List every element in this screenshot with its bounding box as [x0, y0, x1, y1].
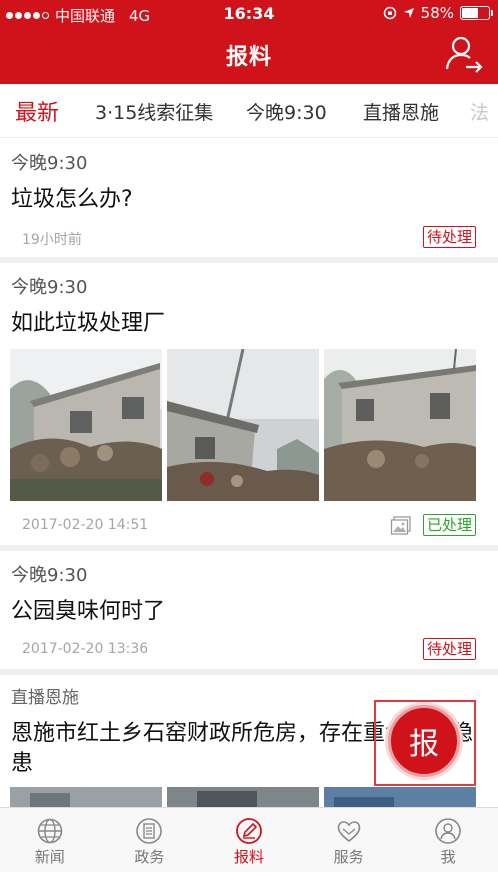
status-badge: 待处理	[422, 638, 476, 660]
photo-thumbnail[interactable]	[10, 787, 162, 807]
location-icon	[403, 8, 414, 18]
tab-label: 报料	[233, 848, 264, 866]
item-title: 垃圾怎么办?	[11, 187, 133, 212]
tab-me[interactable]: 我	[398, 808, 498, 872]
status-badge: 待处理	[422, 226, 476, 248]
item-time: 19小时前	[22, 232, 82, 248]
building-photo	[10, 787, 162, 807]
battery-icon	[460, 6, 493, 20]
tab-315-clues[interactable]: 3·15线索征集	[95, 98, 213, 125]
globe-icon	[37, 818, 63, 844]
item-source: 直播恩施	[11, 688, 79, 708]
list-item[interactable]: 今晚9:30 垃圾怎么办? 19小时前 待处理	[0, 139, 498, 263]
navbar: 报料	[0, 28, 498, 84]
building-photo	[324, 787, 476, 807]
photo-thumbnail[interactable]	[324, 349, 476, 501]
person-icon	[435, 818, 461, 844]
status-bar: 中国联通 4G 16:34 58%	[0, 0, 498, 28]
photo-thumbnail[interactable]	[10, 349, 162, 501]
tab-law[interactable]: 法	[470, 98, 489, 125]
tab-label: 我	[440, 848, 456, 866]
report-fab[interactable]: 报	[388, 705, 460, 777]
tab-services[interactable]: 服务	[299, 808, 399, 872]
photo-thumbnail[interactable]	[167, 787, 319, 807]
building-photo	[167, 349, 319, 501]
photo-thumbnail[interactable]	[167, 349, 319, 501]
gallery-icon	[390, 516, 411, 535]
item-source: 今晚9:30	[11, 277, 88, 298]
heart-hands-icon	[337, 821, 360, 843]
user-arrow-icon	[445, 36, 483, 73]
tab-report[interactable]: 报料	[199, 808, 299, 872]
page-title: 报料	[225, 45, 272, 70]
list-item[interactable]: 今晚9:30 公园臭味何时了 2017-02-20 13:36 待处理	[0, 551, 498, 675]
photo-thumbnail[interactable]	[324, 787, 476, 807]
list-item[interactable]: 今晚9:30 如此垃圾处理厂 2017-02-20 14:51 已处理	[0, 263, 498, 551]
category-tabs: 最新 3·15线索征集 今晚9:30 直播恩施 法	[0, 84, 498, 138]
tab-label: 政务	[134, 848, 165, 866]
building-photo	[167, 787, 319, 807]
app-screen: 中国联通 4G 16:34 58% 报料 最新 3·15线索征集 今晚9:30 …	[0, 0, 498, 872]
rotation-lock-icon	[383, 6, 396, 20]
item-time: 2017-02-20 14:51	[22, 517, 149, 533]
tab-label: 新闻	[34, 848, 65, 866]
bottom-tab-bar: 新闻 政务 报料 服务 我	[0, 807, 498, 872]
tab-latest[interactable]: 最新	[15, 95, 59, 127]
item-title: 如此垃圾处理厂	[11, 311, 166, 336]
tab-tonight-930[interactable]: 今晚9:30	[246, 98, 327, 125]
item-title: 公园臭味何时了	[11, 599, 166, 624]
item-source: 今晚9:30	[11, 565, 88, 586]
tab-government[interactable]: 政务	[100, 808, 200, 872]
tab-live-enshi[interactable]: 直播恩施	[363, 98, 439, 125]
login-button[interactable]	[444, 34, 484, 74]
building-photo	[10, 349, 162, 501]
tab-label: 服务	[333, 848, 364, 866]
document-icon	[136, 818, 163, 844]
pencil-icon	[236, 818, 262, 844]
tab-news[interactable]: 新闻	[0, 808, 100, 872]
building-photo	[324, 349, 476, 501]
item-time: 2017-02-20 13:36	[22, 641, 149, 657]
item-source: 今晚9:30	[11, 153, 88, 174]
status-badge: 已处理	[422, 514, 476, 536]
header: 中国联通 4G 16:34 58% 报料	[0, 0, 498, 84]
battery-percent: 58%	[420, 4, 454, 22]
